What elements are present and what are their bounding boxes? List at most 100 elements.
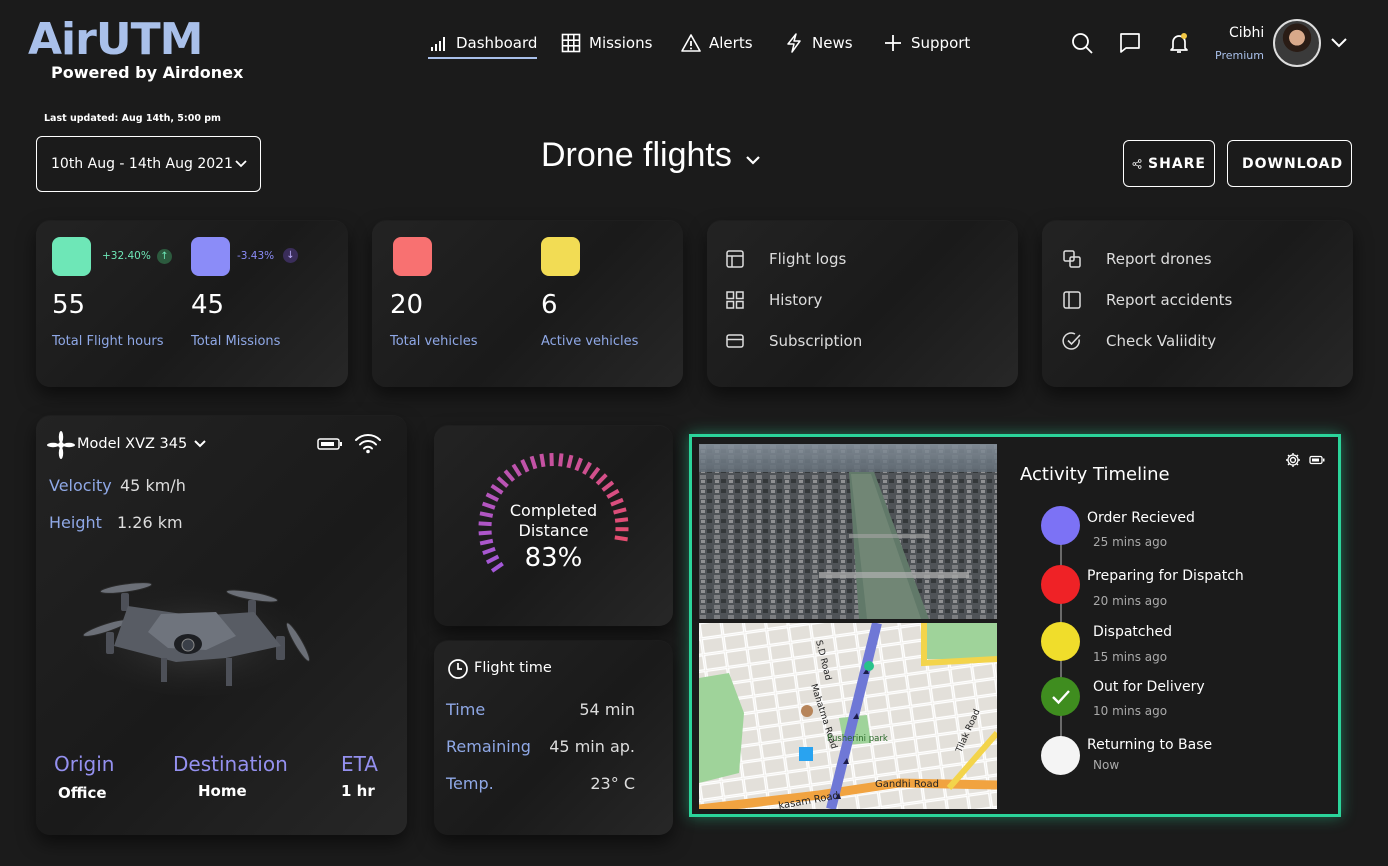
credit-card-icon (726, 334, 744, 348)
battery-icon (1309, 455, 1325, 465)
propeller-icon (47, 431, 75, 459)
gauge-tick (503, 469, 516, 482)
gauge-tick (606, 488, 620, 499)
layout-icon (726, 250, 744, 268)
destination-label: Destination (173, 752, 288, 776)
menu-flight-logs[interactable]: Flight logs (725, 249, 846, 269)
page-title-text: Drone flights (541, 136, 732, 174)
gauge-tick (529, 455, 538, 470)
user-name: Cibhi (1229, 25, 1265, 41)
distance-label-line2: Distance (518, 521, 589, 540)
timeline-item-title: Order Recieved (1087, 510, 1195, 526)
gauge-tick (582, 461, 592, 475)
time-value: 54 min (579, 700, 635, 719)
drone-card: Model XVZ 345 Velocity 45 km/h Height 1.… (36, 416, 407, 835)
map-label-park: Pusherini park (827, 734, 888, 744)
route-map[interactable]: S.D Road Mahatma Road Pusherini park Til… (699, 623, 997, 809)
search-icon[interactable] (1070, 31, 1094, 55)
height-value: 1.26 km (117, 513, 183, 532)
nav-missions[interactable]: Missions (561, 30, 652, 56)
active-value: 6 (541, 290, 558, 320)
active-indicator (428, 57, 538, 59)
user-tier: Premium (1215, 49, 1264, 62)
nav-alerts[interactable]: Alerts (681, 30, 753, 56)
gauge-tick (511, 463, 522, 477)
bell-icon[interactable] (1167, 31, 1191, 55)
last-updated: Last updated: Aug 14th, 5:00 pm (44, 113, 221, 124)
gauge-tick (539, 453, 546, 468)
timeline-item-time: 20 mins ago (1093, 594, 1168, 608)
model-select[interactable]: Model XVZ 345 (77, 436, 207, 452)
check-circle-icon (1062, 332, 1081, 350)
velocity-value: 45 km/h (120, 476, 186, 495)
timeline-dot-ordered (1041, 506, 1080, 545)
remaining-value: 45 min ap. (549, 737, 635, 756)
nav-label: Support (911, 34, 971, 52)
gauge-tick (485, 492, 500, 502)
model-name: Model XVZ 345 (77, 436, 188, 452)
arrow-down-icon: ↓ (283, 248, 298, 263)
bar-chart-icon (431, 37, 445, 51)
gear-icon[interactable] (1285, 452, 1301, 468)
gauge-tick (601, 480, 615, 492)
timeline-dot-dispatched (1041, 622, 1080, 661)
remaining-label: Remaining (446, 737, 531, 756)
menu-report-accidents[interactable]: Report accidents (1062, 290, 1232, 310)
origin-label: Origin (54, 752, 115, 776)
vehicles-label: Total vehicles (390, 334, 478, 349)
sidebar-icon (1063, 291, 1081, 309)
wifi-icon (355, 434, 381, 454)
aerial-city-image[interactable] (699, 444, 997, 619)
eta-label: ETA (341, 752, 378, 776)
menu-label: Flight logs (769, 250, 847, 268)
stats-card-flights: +32.40% ↑ 55 Total Flight hours -3.43% ↓… (36, 221, 348, 387)
avatar[interactable] (1273, 19, 1321, 67)
flight-hours-label: Total Flight hours (52, 334, 164, 349)
timeline-item-title: Out for Delivery (1093, 679, 1205, 695)
timeline-item-time: Now (1093, 758, 1120, 772)
gauge-tick (589, 466, 601, 480)
velocity-label: Velocity (49, 476, 112, 495)
destination-value: Home (198, 782, 247, 800)
timeline-item-time: 15 mins ago (1093, 650, 1168, 664)
chat-icon[interactable] (1118, 31, 1142, 55)
brand-logo[interactable]: AirUTM (28, 14, 203, 65)
share-icon (1132, 158, 1142, 169)
drone-image (76, 576, 316, 696)
distance-card: Completed Distance 83% (434, 426, 673, 626)
nav-support[interactable]: Support (883, 30, 970, 56)
gauge-tick (574, 457, 583, 472)
menu-subscription[interactable]: Subscription (725, 331, 862, 351)
date-range-select[interactable]: 10th Aug - 14th Aug 2021 (36, 136, 261, 192)
timeline-item-title: Preparing for Dispatch (1087, 568, 1244, 584)
chevron-down-icon[interactable] (1329, 36, 1349, 50)
menu-card-reports: Report drones Report accidents Check Val… (1042, 221, 1353, 387)
gauge-tick (595, 473, 608, 486)
page-title[interactable]: Drone flights (541, 136, 761, 175)
share-button[interactable]: SHARE (1123, 140, 1215, 187)
menu-history[interactable]: History (725, 290, 822, 310)
menu-label: Report accidents (1106, 291, 1233, 309)
nav-label: Alerts (709, 34, 753, 52)
flight-hours-change: +32.40% (102, 250, 151, 262)
chevron-down-icon (235, 160, 247, 168)
temp-value: 23° C (590, 774, 635, 793)
menu-check-validity[interactable]: Check Valiidity (1062, 331, 1216, 351)
nav-news[interactable]: News (784, 30, 853, 56)
download-button[interactable]: DOWNLOAD (1227, 140, 1352, 187)
timeline-dot-preparing (1041, 565, 1080, 604)
arrow-up-icon: ↑ (157, 249, 172, 264)
timeline-item-title: Returning to Base (1087, 737, 1213, 753)
chevron-down-icon (746, 156, 761, 165)
battery-icon (317, 438, 342, 450)
download-label: DOWNLOAD (1242, 155, 1344, 172)
timeline-title: Activity Timeline (1020, 464, 1170, 485)
menu-report-drones[interactable]: Report drones (1062, 249, 1212, 269)
warning-icon (681, 34, 701, 52)
nav-dashboard[interactable]: Dashboard (428, 30, 538, 59)
missions-change: -3.43% (237, 250, 275, 262)
origin-value: Office (58, 784, 107, 802)
clock-icon (448, 659, 468, 679)
lightning-icon (787, 33, 801, 53)
gauge-tick (558, 453, 564, 467)
